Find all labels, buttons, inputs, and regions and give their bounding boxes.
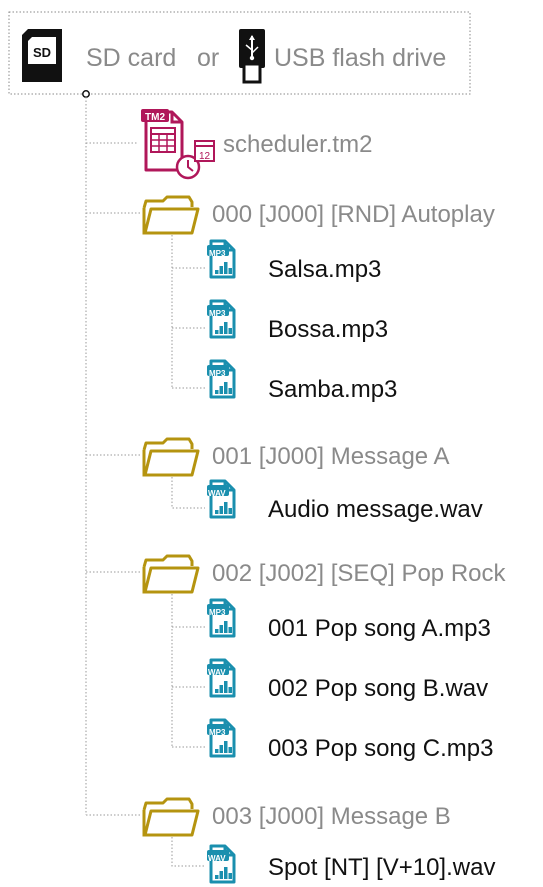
file-type-badge: MP3 [209, 309, 226, 318]
mp3-file-icon [205, 299, 236, 339]
file-label: Spot [NT] [V+10].wav [268, 854, 495, 881]
file-label: Samba.mp3 [268, 376, 397, 403]
scheduler-calendar-number: 12 [199, 151, 211, 162]
file-label: Bossa.mp3 [268, 316, 388, 343]
file-type-badge: WAV [208, 854, 226, 863]
tree-root-node [82, 90, 90, 98]
folder-label: 001 [J000] Message A [212, 443, 450, 470]
sd-card-icon: SD [22, 29, 62, 82]
or-label: or [197, 44, 219, 72]
sd-card-label: SD card [86, 44, 176, 72]
file-label: 003 Pop song C.mp3 [268, 735, 493, 762]
mp3-file-icon [205, 239, 236, 279]
file-type-badge: MP3 [209, 608, 226, 617]
usb-drive-label: USB flash drive [274, 44, 446, 72]
wav-file-icon [205, 844, 236, 884]
file-type-badge: MP3 [209, 369, 226, 378]
folder-icon [142, 195, 200, 235]
folder-label: 003 [J000] Message B [212, 803, 451, 830]
file-label: Audio message.wav [268, 496, 483, 523]
folder-icon [142, 554, 200, 594]
folder-icon [142, 437, 200, 477]
scheduler-file-icon: TM2 12 [141, 109, 215, 180]
folder-label: 000 [J000] [RND] Autoplay [212, 201, 495, 228]
sd-card-icon-text: SD [33, 45, 51, 60]
folder-label: 002 [J002] [SEQ] Pop Rock [212, 560, 506, 587]
wav-file-icon [205, 658, 236, 698]
scheduler-badge: TM2 [145, 112, 165, 123]
file-type-badge: MP3 [209, 249, 226, 258]
file-label: 002 Pop song B.wav [268, 675, 488, 702]
usb-drive-icon [239, 29, 265, 84]
file-type-badge: WAV [208, 489, 226, 498]
file-type-badge: MP3 [209, 728, 226, 737]
mp3-file-icon [205, 598, 236, 638]
scheduler-file-label: scheduler.tm2 [223, 131, 372, 158]
folder-icon [142, 797, 200, 837]
file-label: 001 Pop song A.mp3 [268, 615, 491, 642]
file-type-badge: WAV [208, 668, 226, 677]
file-label: Salsa.mp3 [268, 256, 381, 283]
wav-file-icon [205, 479, 236, 519]
mp3-file-icon [205, 718, 236, 758]
file-tree-diagram: SD SD card or USB flash drive TM2 12 sch… [8, 11, 506, 884]
mp3-file-icon [205, 359, 236, 399]
